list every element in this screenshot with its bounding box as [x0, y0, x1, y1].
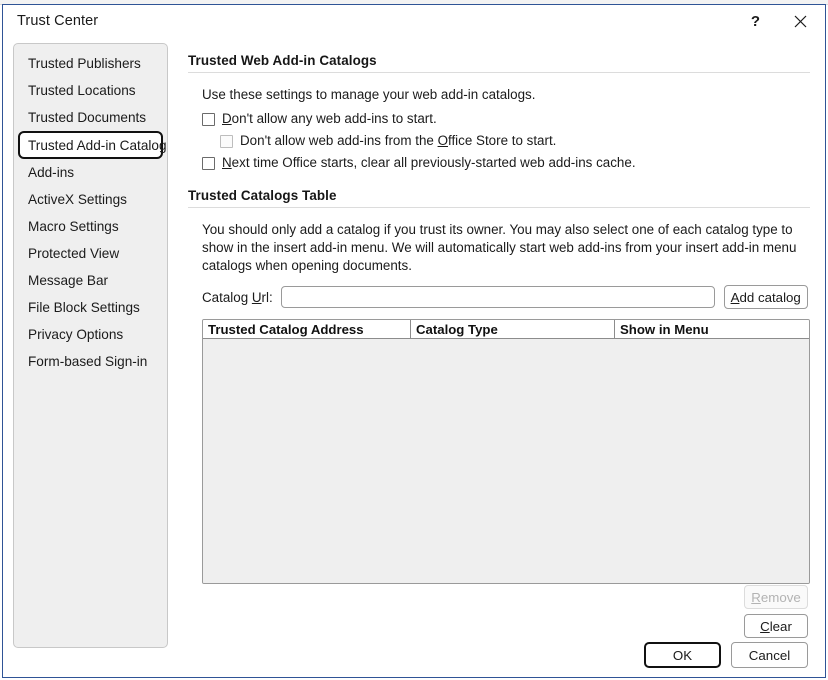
- checkbox-3[interactable]: [202, 157, 215, 170]
- sidebar-item-message-bar[interactable]: Message Bar: [18, 267, 163, 294]
- column-header-show-in-menu[interactable]: Show in Menu: [615, 320, 809, 338]
- sidebar-item-label: Message Bar: [28, 273, 109, 288]
- sidebar-item-add-ins[interactable]: Add-ins: [18, 159, 163, 186]
- sidebar-item-trusted-documents[interactable]: Trusted Documents: [18, 104, 163, 131]
- trust-center-dialog: Trust Center ? Trusted Publishers Trusted…: [2, 4, 826, 678]
- checkbox-2: [220, 135, 233, 148]
- sidebar-item-label: ActiveX Settings: [28, 192, 127, 207]
- section-heading-trusted-catalogs-table: Trusted Catalogs Table: [188, 188, 337, 203]
- trusted-catalogs-table[interactable]: Trusted Catalog Address Catalog Type Show …: [202, 319, 810, 584]
- checkbox-label-1: Don't allow any web add-ins to start.: [222, 111, 437, 126]
- column-header-catalog-type[interactable]: Catalog Type: [411, 320, 615, 338]
- catalog-url-row: Catalog Url: Add catalog: [202, 285, 810, 309]
- checkbox-row-2: Don't allow web add-ins from the Office …: [220, 133, 810, 148]
- sidebar-item-file-block-settings[interactable]: File Block Settings: [18, 294, 163, 321]
- add-catalog-button[interactable]: Add catalog: [723, 285, 808, 309]
- window-title: Trust Center: [17, 13, 99, 29]
- help-button[interactable]: ?: [733, 5, 778, 37]
- main-panel: Trusted Web Add-in Catalogs Use these se…: [188, 53, 810, 584]
- sidebar-item-label: Protected View: [28, 246, 120, 261]
- catalog-url-label: Catalog Url:: [202, 289, 273, 305]
- sidebar-item-label: Form-based Sign-in: [28, 354, 148, 369]
- close-icon: [794, 15, 807, 27]
- column-header-trusted-catalog-address[interactable]: Trusted Catalog Address: [203, 320, 411, 338]
- section-heading-trusted-web-addin-catalogs: Trusted Web Add-in Catalogs: [188, 53, 377, 68]
- sidebar-item-label: Trusted Publishers: [28, 56, 141, 71]
- sidebar-item-label: Macro Settings: [28, 219, 119, 234]
- sidebar-item-label: Add-ins: [28, 165, 75, 180]
- table-header-row: Trusted Catalog Address Catalog Type Show …: [203, 320, 809, 339]
- sidebar-item-privacy-options[interactable]: Privacy Options: [18, 321, 163, 348]
- ok-button[interactable]: OK: [644, 642, 721, 668]
- sidebar-item-form-based-sign-in[interactable]: Form-based Sign-in: [18, 348, 163, 375]
- dialog-footer: OK Cancel: [644, 642, 808, 668]
- section1-description: Use these settings to manage your web ad…: [202, 87, 536, 102]
- title-bar: Trust Center ?: [3, 5, 825, 39]
- section-divider: [188, 72, 810, 73]
- checkbox-1[interactable]: [202, 113, 215, 126]
- sidebar-item-label: Privacy Options: [28, 327, 124, 342]
- remove-button[interactable]: Remove: [744, 585, 808, 609]
- category-sidebar[interactable]: Trusted Publishers Trusted Locations Trust…: [13, 43, 168, 648]
- sidebar-item-label: Trusted Add-in Catalogs: [28, 137, 168, 153]
- table-body[interactable]: [203, 339, 809, 583]
- question-mark-icon: ?: [750, 12, 761, 30]
- sidebar-item-activex-settings[interactable]: ActiveX Settings: [18, 186, 163, 213]
- clear-button[interactable]: Clear: [744, 614, 808, 638]
- sidebar-item-label: Trusted Locations: [28, 83, 136, 98]
- sidebar-item-protected-view[interactable]: Protected View: [18, 240, 163, 267]
- sidebar-item-label: File Block Settings: [28, 300, 140, 315]
- sidebar-item-trusted-locations[interactable]: Trusted Locations: [18, 77, 163, 104]
- checkbox-row-3[interactable]: Next time Office starts, clear all previ…: [202, 155, 810, 170]
- checkbox-group: Don't allow any web add-ins to start. Don…: [202, 111, 810, 170]
- checkbox-label-3: Next time Office starts, clear all previ…: [222, 155, 636, 170]
- checkbox-label-2: Don't allow web add-ins from the Office …: [240, 133, 557, 148]
- sidebar-item-macro-settings[interactable]: Macro Settings: [18, 213, 163, 240]
- sidebar-item-label: Trusted Documents: [28, 110, 147, 125]
- table-action-buttons: Remove Clear: [744, 585, 808, 638]
- sidebar-item-trusted-add-in-catalogs[interactable]: Trusted Add-in Catalogs: [18, 131, 167, 159]
- checkbox-row-1[interactable]: Don't allow any web add-ins to start.: [202, 111, 810, 126]
- cancel-button[interactable]: Cancel: [731, 642, 808, 668]
- sidebar-item-trusted-publishers[interactable]: Trusted Publishers: [18, 50, 163, 77]
- close-button[interactable]: [778, 5, 823, 37]
- section-divider-2: [188, 207, 810, 208]
- section2-description: You should only add a catalog if you tru…: [202, 222, 797, 273]
- catalog-url-input[interactable]: [280, 286, 715, 308]
